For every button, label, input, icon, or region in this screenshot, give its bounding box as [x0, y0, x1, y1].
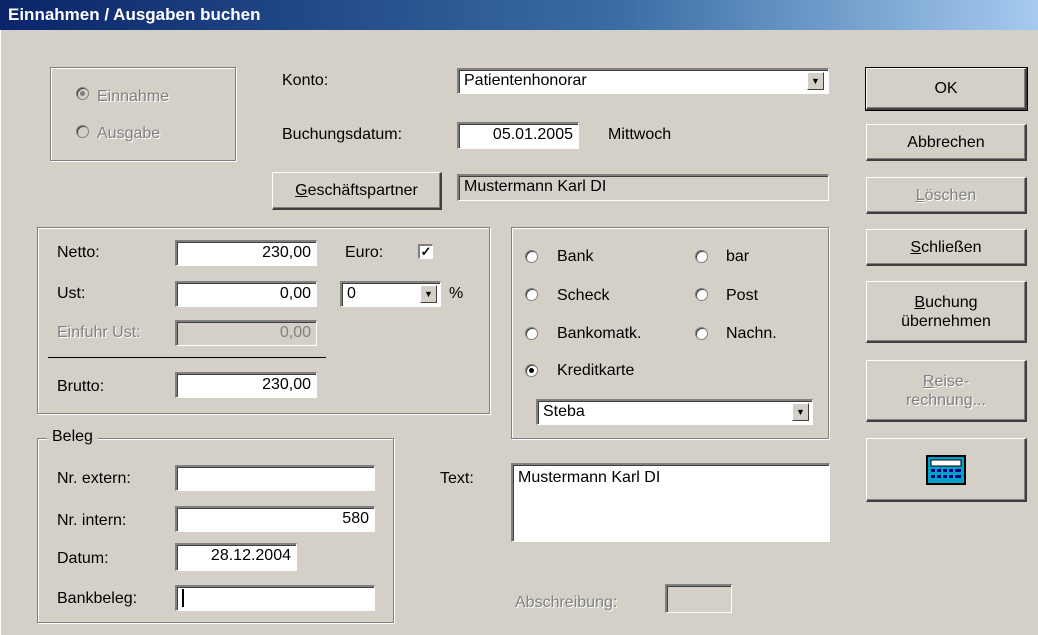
expense-radio[interactable] [76, 125, 89, 143]
type-group [50, 67, 236, 161]
text-area[interactable]: Mustermann Karl DI [511, 463, 830, 542]
chevron-down-icon: ▼ [796, 407, 805, 417]
payment-radio-bankomat[interactable] [525, 327, 538, 345]
payment-label-nachn: Nachn. [726, 325, 777, 342]
abbrechen-button[interactable]: Abbrechen [866, 124, 1027, 161]
abbrechen-label: Abbrechen [907, 133, 985, 151]
ust-field[interactable]: 0,00 [175, 281, 317, 307]
brutto-value: 230,00 [262, 376, 311, 393]
schliessen-button[interactable]: Schließen [866, 229, 1027, 266]
expense-label: Ausgabe [97, 125, 161, 142]
einfuhr-field: 0,00 [175, 320, 317, 346]
intern-field[interactable]: 580 [175, 506, 375, 532]
euro-label: Euro: [345, 244, 384, 261]
calculator-button[interactable] [866, 438, 1027, 502]
payment-label-bar: bar [726, 248, 750, 265]
geschaeftspartner-button[interactable]: Geschäftspartner [272, 172, 442, 210]
loeschen-label: Löschen [915, 186, 977, 204]
reise-label-line2: rechnung... [905, 391, 987, 409]
brutto-field[interactable]: 230,00 [175, 372, 317, 398]
reiserechnung-button[interactable]: Reise- rechnung... [866, 360, 1027, 422]
intern-label: Nr. intern: [57, 512, 127, 529]
konto-dropdown-button[interactable]: ▼ [807, 72, 824, 90]
ok-label: OK [934, 80, 958, 97]
datum-label: Datum: [57, 550, 109, 567]
payment-radio-nachn[interactable] [695, 327, 708, 345]
ust-rate-value: 0 [347, 285, 356, 302]
window-title: Einnahmen / Ausgaben buchen [8, 5, 261, 24]
buchung-label-line2: übernehmen [901, 312, 991, 330]
ok-button[interactable]: OK [865, 67, 1028, 111]
text-label: Text: [440, 470, 474, 487]
extern-label: Nr. extern: [57, 470, 131, 487]
konto-value: Patientenhonorar [464, 72, 587, 89]
income-radio[interactable] [76, 87, 89, 105]
chevron-down-icon: ▼ [811, 76, 820, 86]
datum-value: 28.12.2004 [210, 547, 291, 564]
bankbeleg-field[interactable] [175, 585, 375, 611]
payment-label-scheck: Scheck [557, 287, 610, 304]
card-select[interactable]: Steba [536, 399, 813, 425]
konto-select[interactable]: Patientenhonorar [457, 68, 829, 94]
loeschen-button[interactable]: Löschen [866, 177, 1027, 214]
konto-label: Konto: [282, 72, 329, 89]
einfuhr-value: 0,00 [279, 324, 311, 341]
partner-field: Mustermann Karl DI [457, 174, 829, 201]
payment-radio-bar[interactable] [695, 250, 708, 268]
payment-label-kreditkarte: Kreditkarte [557, 362, 635, 379]
card-value: Steba [543, 403, 585, 420]
abschreibung-label: Abschreibung: [515, 594, 618, 611]
extern-field[interactable] [175, 465, 375, 491]
buchung-label-line1: Buchung [914, 293, 978, 311]
card-dropdown-button[interactable]: ▼ [792, 403, 809, 421]
income-label: Einnahme [97, 88, 170, 105]
datum-field[interactable]: 28.12.2004 [175, 543, 297, 571]
ust-rate-dropdown-button[interactable]: ▼ [420, 285, 437, 303]
buchung-uebernehmen-button[interactable]: Buchung übernehmen [866, 281, 1027, 343]
payment-radio-kreditkarte[interactable] [525, 364, 538, 382]
brutto-label: Brutto: [57, 378, 105, 395]
payment-label-post: Post [726, 287, 759, 304]
beleg-legend: Beleg [47, 428, 98, 446]
buchungsdatum-weekday: Mittwoch [608, 126, 672, 143]
payment-label-bankomat: Bankomatk. [557, 325, 642, 342]
netto-field[interactable]: 230,00 [175, 240, 317, 266]
text-cursor [182, 588, 184, 607]
ust-label: Ust: [57, 285, 86, 302]
buchungsdatum-value: 05.01.2005 [492, 126, 573, 143]
payment-radio-scheck[interactable] [525, 288, 538, 306]
ust-value: 0,00 [279, 285, 311, 302]
bankbeleg-label: Bankbeleg: [57, 590, 138, 607]
schliessen-label: Schließen [910, 238, 982, 256]
payment-label-bank: Bank [557, 248, 594, 265]
intern-value: 580 [342, 510, 369, 527]
sum-divider [48, 357, 326, 358]
partner-value: Mustermann Karl DI [464, 178, 607, 195]
buchungsdatum-label: Buchungsdatum: [282, 126, 403, 143]
payment-radio-bank[interactable] [525, 250, 538, 268]
text-value: Mustermann Karl DI [518, 469, 661, 486]
payment-radio-post[interactable] [695, 288, 708, 306]
chevron-down-icon: ▼ [424, 289, 433, 299]
check-icon: ✓ [420, 244, 432, 259]
netto-label: Netto: [57, 244, 100, 261]
euro-checkbox[interactable]: ✓ [418, 244, 433, 259]
percent-sign: % [449, 285, 464, 302]
netto-value: 230,00 [262, 244, 311, 261]
geschaeftspartner-label: Geschäftspartner [295, 182, 418, 199]
abschreibung-field [665, 584, 732, 613]
buchungsdatum-field[interactable]: 05.01.2005 [457, 122, 579, 149]
reise-label-line1: Reise- [922, 372, 970, 390]
window-titlebar: Einnahmen / Ausgaben buchen [0, 0, 1038, 30]
calculator-icon [926, 454, 966, 485]
einfuhr-label: Einfuhr Ust: [57, 324, 141, 341]
